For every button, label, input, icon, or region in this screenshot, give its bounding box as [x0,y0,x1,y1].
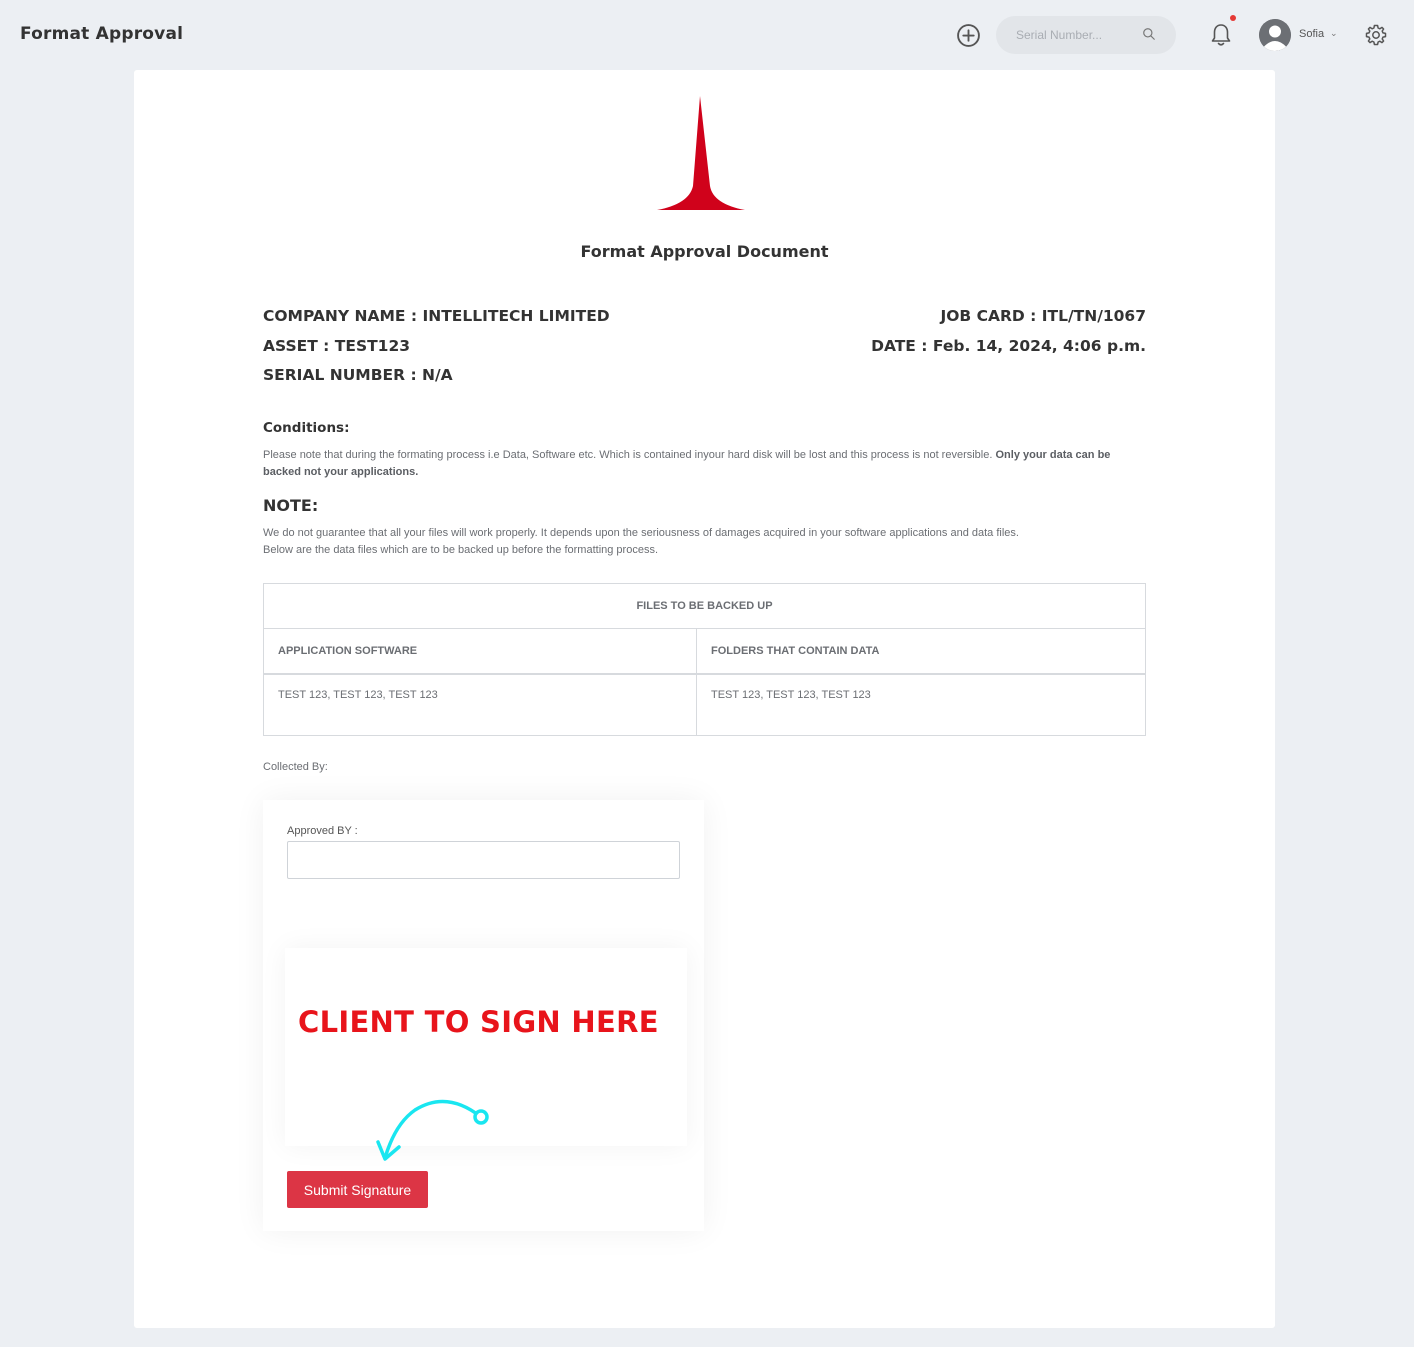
search-input[interactable] [996,16,1146,54]
job-card: JOB CARD : ITL/TN/1067 [940,307,1146,325]
note-line-2: Below are the data files which are to be… [263,544,659,556]
table-cell-application-software: TEST 123, TEST 123, TEST 123 [263,673,697,736]
asset: ASSET : TEST123 [263,337,411,355]
sign-here-annotation: CLIENT TO SIGN HERE [298,1005,659,1039]
conditions-heading: Conditions: [263,420,350,436]
avatar [1259,19,1291,51]
note-heading: NOTE: [263,496,319,515]
signature-card: Approved BY : CLIENT TO SIGN HERE Submit… [263,800,704,1231]
add-circle-icon[interactable] [956,23,981,48]
search-icon[interactable] [1142,27,1156,41]
document-card: Format Approval Document COMPANY NAME : … [134,70,1275,1328]
backup-table: FILES TO BE BACKED UP APPLICATION SOFTWA… [263,583,1146,736]
notification-dot [1230,15,1236,21]
bell-icon[interactable] [1210,22,1232,48]
company-name: COMPANY NAME : INTELLITECH LIMITED [263,307,610,325]
column-header-folders: FOLDERS THAT CONTAIN DATA [696,628,1146,675]
page-title: Format Approval [20,24,184,44]
submit-signature-button[interactable]: Submit Signature [287,1171,428,1208]
note-line-1: We do not guarantee that all your files … [263,527,1019,539]
user-name: Sofia [1299,28,1325,40]
search-box [996,16,1176,54]
curved-arrow-icon [376,1099,489,1161]
table-row: TEST 123, TEST 123, TEST 123 TEST 123, T… [263,673,1146,736]
user-menu[interactable]: Sofia ⌄ [1259,19,1341,51]
date: DATE : Feb. 14, 2024, 4:06 p.m. [871,337,1146,355]
serial-number: SERIAL NUMBER : N/A [263,366,453,384]
conditions-text: Please note that during the formating pr… [263,447,1145,480]
chevron-down-icon: ⌄ [1330,28,1338,38]
table-cell-folders: TEST 123, TEST 123, TEST 123 [696,673,1146,736]
approved-by-label: Approved BY : [287,825,358,837]
approved-by-input[interactable] [287,841,680,879]
conditions-body: Please note that during the formating pr… [263,449,993,461]
column-header-application-software: APPLICATION SOFTWARE [263,628,697,675]
table-title: FILES TO BE BACKED UP [263,583,1146,629]
document-title: Format Approval Document [580,242,829,261]
note-text: We do not guarantee that all your files … [263,525,1145,559]
gear-icon[interactable] [1364,23,1388,47]
collected-by-label: Collected By: [263,761,328,773]
top-bar: Format Approval Sofia ⌄ [0,0,1414,70]
avatar-icon [1259,19,1291,51]
logo-icon [657,96,745,210]
